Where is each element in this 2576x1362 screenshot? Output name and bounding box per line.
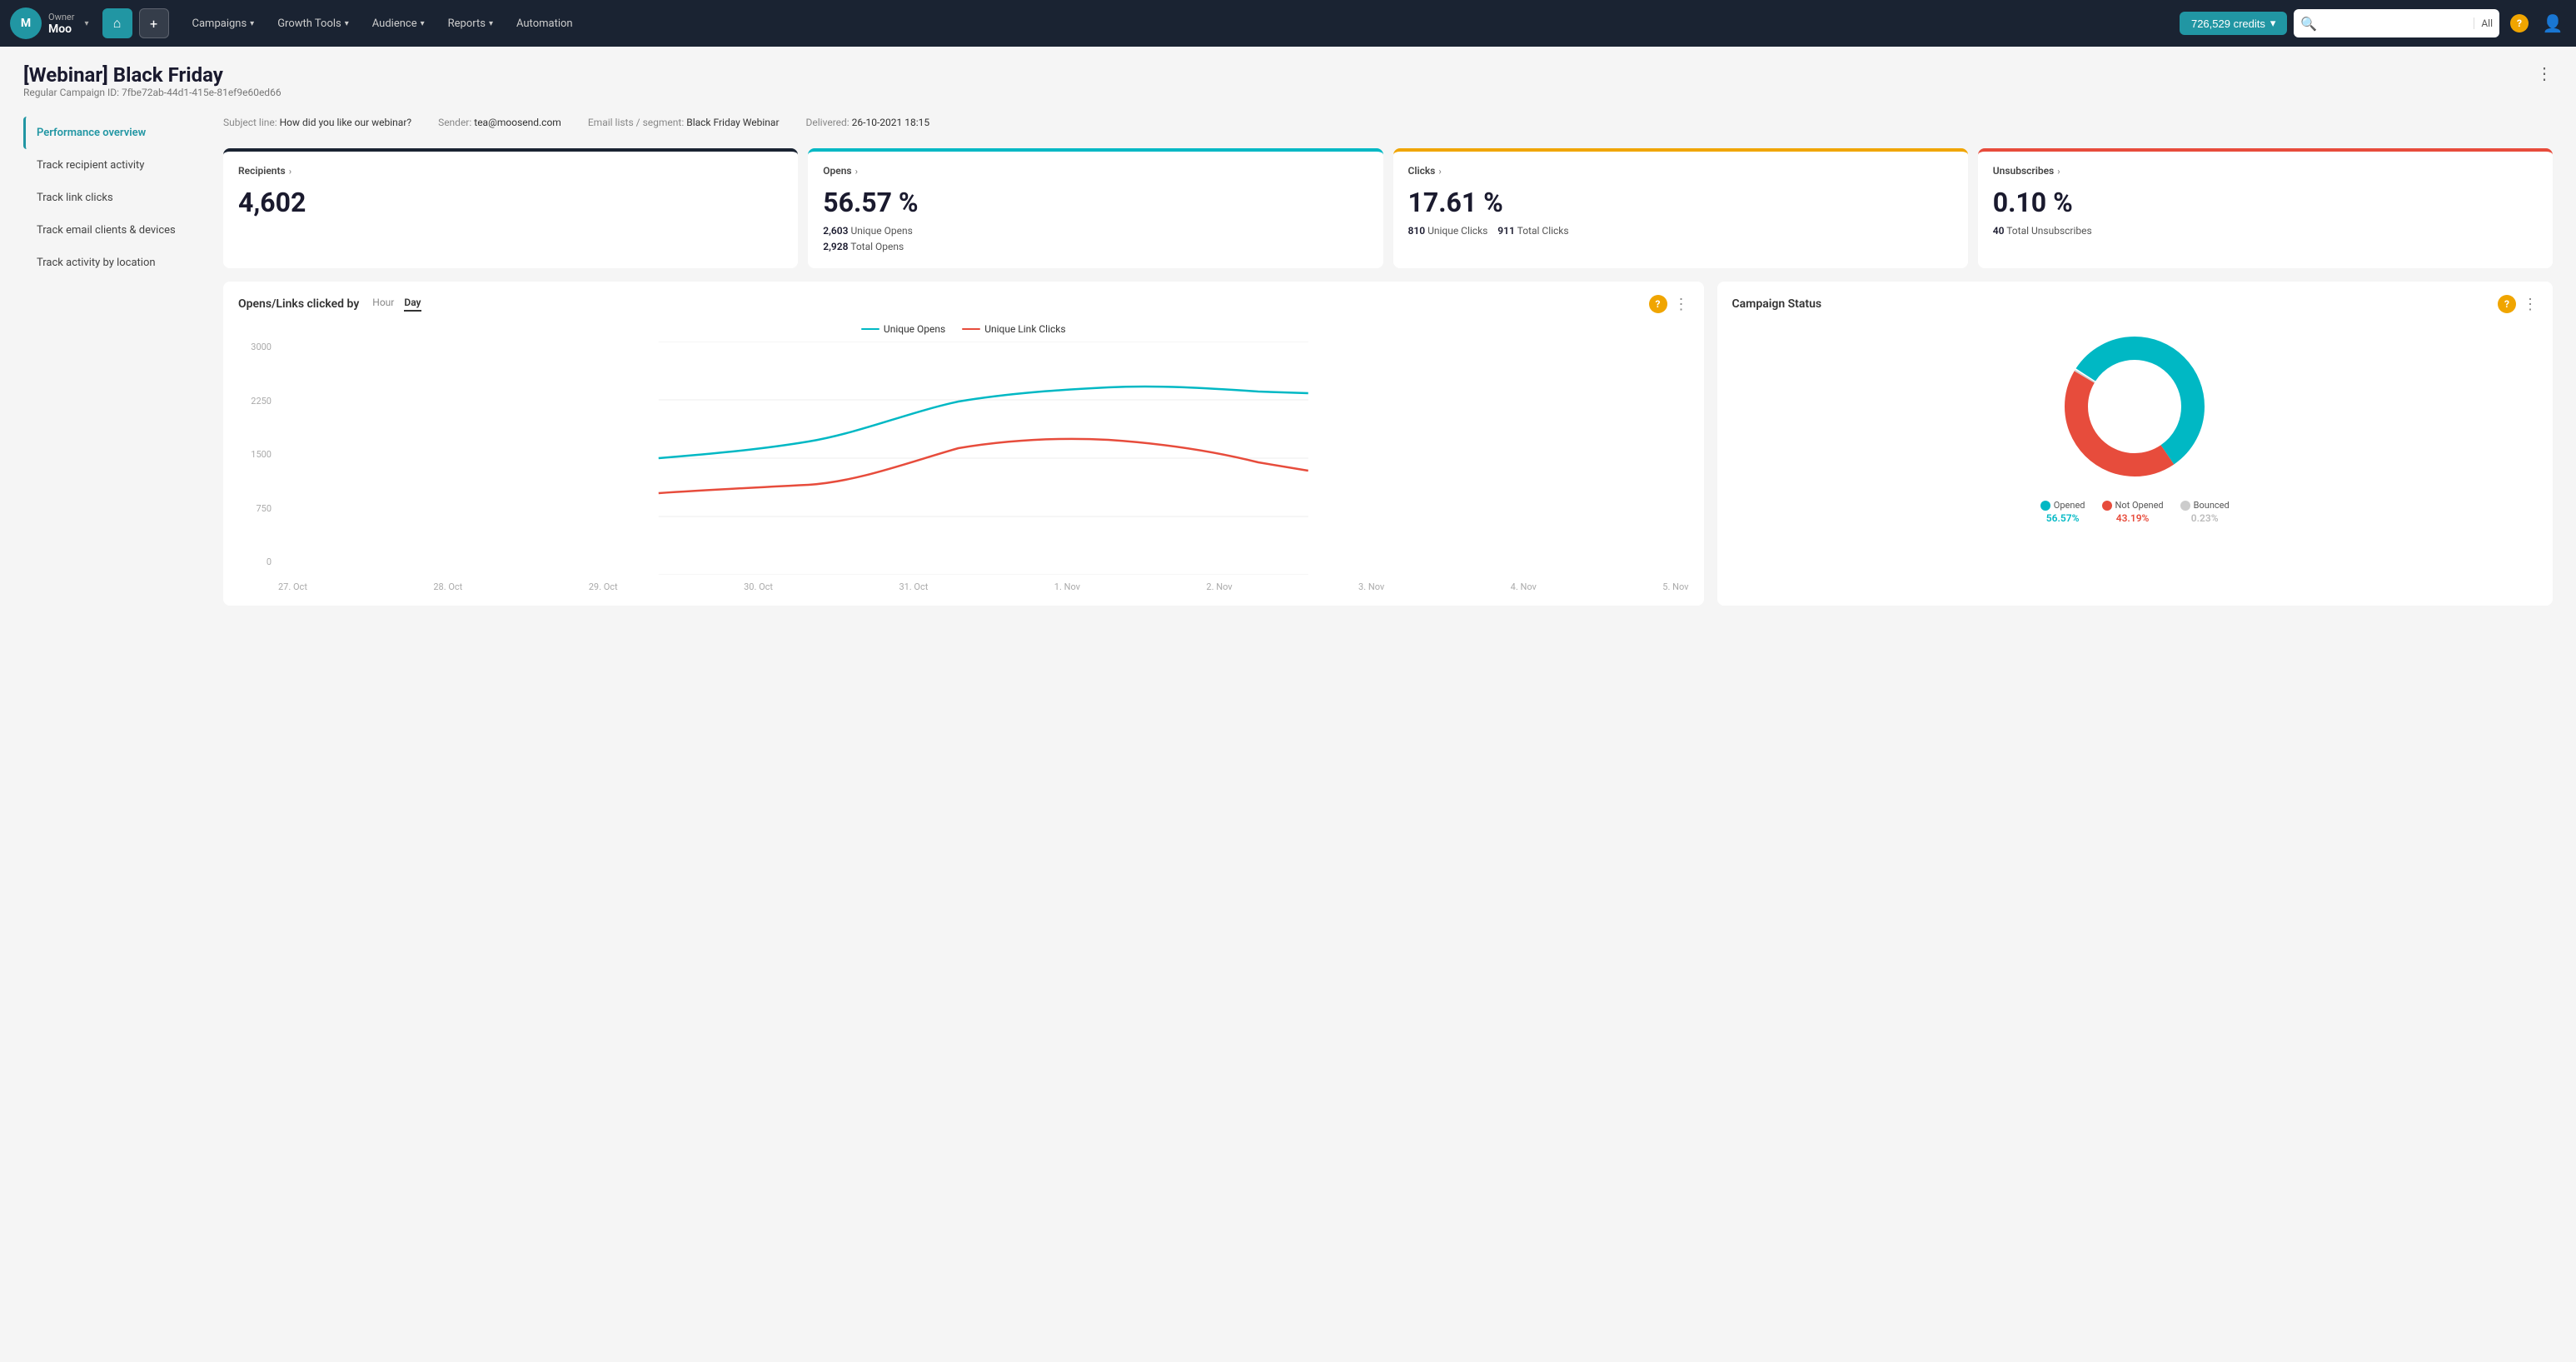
opened-dot [2040, 501, 2050, 511]
charts-row: Opens/Links clicked by Hour Day ? ⋮ [223, 282, 2553, 606]
stat-unsub-detail: 40 Total Unsubscribes [1993, 223, 2538, 239]
stat-clicks-detail: 810 Unique Clicks 911 Total Clicks [1408, 223, 1953, 239]
chart-tabs: Hour Day [372, 297, 421, 312]
search-bar: 🔍 All [2294, 9, 2499, 37]
donut-chart-help-icon[interactable]: ? [2498, 295, 2516, 313]
sidebar-item-location[interactable]: Track activity by location [23, 247, 207, 279]
line-chart-help-icon[interactable]: ? [1649, 295, 1667, 313]
nav-growth-tools[interactable]: Growth Tools ▾ [267, 12, 359, 35]
more-options-icon[interactable]: ⋮ [2536, 63, 2553, 83]
legend-unique-link-clicks: Unique Link Clicks [962, 323, 1065, 335]
brand-name: Moo [48, 22, 74, 36]
home-button[interactable]: ⌂ [102, 8, 132, 38]
y-axis: 3000 2250 1500 750 0 [238, 342, 272, 567]
chevron-down-icon: ▾ [2270, 17, 2276, 30]
tab-hour[interactable]: Hour [372, 297, 394, 312]
donut-chart-title: Campaign Status [1732, 297, 1822, 311]
chart-legend: Unique Opens Unique Link Clicks [238, 323, 1689, 335]
line-chart-title: Opens/Links clicked by [238, 297, 359, 311]
sidebar-item-performance[interactable]: Performance overview [23, 117, 207, 149]
bounced-dot [2180, 501, 2190, 511]
stat-card-recipients: Recipients › 4,602 [223, 148, 798, 268]
legend-unique-opens: Unique Opens [861, 323, 945, 335]
page-title: [Webinar] Black Friday [23, 63, 282, 87]
nav-campaigns[interactable]: Campaigns ▾ [182, 12, 265, 35]
meta-sender: Sender: tea@moosend.com [438, 117, 561, 128]
search-icon: 🔍 [2300, 16, 2317, 32]
search-filter-label[interactable]: All [2474, 17, 2493, 29]
donut-chart-card: Campaign Status ? ⋮ [1717, 282, 2554, 606]
logo: M [10, 7, 42, 39]
stat-unsub-value: 0.10 % [1993, 187, 2538, 218]
help-icon: ? [2510, 14, 2529, 32]
navbar: M Owner Moo ▾ ⌂ + Campaigns ▾ Growth Too… [0, 0, 2576, 47]
line-chart-card: Opens/Links clicked by Hour Day ? ⋮ [223, 282, 1704, 606]
main-layout: Performance overview Track recipient act… [23, 117, 2553, 606]
tab-day[interactable]: Day [404, 297, 421, 312]
chevron-right-icon: › [1438, 166, 1441, 177]
stat-card-opens: Opens › 56.57 % 2,603 Unique Opens 2,928… [808, 148, 1383, 268]
brand: M Owner Moo ▾ [10, 7, 89, 39]
chevron-down-icon: ▾ [345, 19, 349, 28]
owner-label: Owner [48, 12, 74, 22]
page-content: [Webinar] Black Friday Regular Campaign … [0, 47, 2576, 622]
stat-opens-value: 56.57 % [823, 187, 1368, 218]
legend-opened: Opened 56.57% [2040, 500, 2085, 524]
stat-card-clicks: Clicks › 17.61 % 810 Unique Clicks 911 T… [1393, 148, 1968, 268]
chevron-down-icon: ▾ [421, 19, 425, 28]
nav-menu: Campaigns ▾ Growth Tools ▾ Audience ▾ Re… [182, 12, 583, 35]
main-area: Subject line: How did you like our webin… [223, 117, 2553, 606]
chevron-down-icon: ▾ [250, 19, 254, 28]
user-icon: 👤 [2543, 13, 2564, 33]
legend-not-opened: Not Opened 43.19% [2102, 500, 2164, 524]
help-button[interactable]: ? [2506, 10, 2533, 37]
donut-legend: Opened 56.57% Not Opened 43.19% [2040, 500, 2230, 524]
line-chart-more-icon[interactable]: ⋮ [1674, 296, 1689, 313]
donut-container: Opened 56.57% Not Opened 43.19% [1732, 323, 2539, 524]
stat-recipients-value: 4,602 [238, 187, 783, 218]
red-legend-dot [962, 328, 980, 330]
chevron-right-icon: › [855, 166, 858, 177]
stat-clicks-label: Clicks [1408, 165, 1436, 177]
stat-opens-label: Opens [823, 165, 851, 177]
meta-subject: Subject line: How did you like our webin… [223, 117, 411, 128]
x-axis: 27. Oct 28. Oct 29. Oct 30. Oct 31. Oct … [238, 581, 1689, 592]
chevron-down-icon: ▾ [489, 19, 493, 28]
stat-card-unsubscribes: Unsubscribes › 0.10 % 40 Total Unsubscri… [1978, 148, 2553, 268]
chevron-right-icon: › [2057, 166, 2060, 177]
teal-legend-dot [861, 328, 879, 330]
search-input[interactable] [2322, 17, 2469, 30]
meta-bar: Subject line: How did you like our webin… [223, 117, 2553, 137]
stat-clicks-value: 17.61 % [1408, 187, 1953, 218]
legend-bounced: Bounced 0.23% [2180, 500, 2230, 524]
line-chart-svg [278, 342, 1689, 575]
donut-chart-svg [2051, 323, 2218, 490]
meta-delivered: Delivered: 26-10-2021 18:15 [806, 117, 930, 128]
add-button[interactable]: + [139, 8, 169, 38]
nav-audience[interactable]: Audience ▾ [362, 12, 435, 35]
donut-chart-more-icon[interactable]: ⋮ [2523, 296, 2538, 313]
page-header: [Webinar] Black Friday Regular Campaign … [23, 63, 2553, 112]
sidebar-item-link-clicks[interactable]: Track link clicks [23, 182, 207, 214]
credits-button[interactable]: 726,529 credits ▾ [2180, 12, 2287, 35]
nav-automation[interactable]: Automation [506, 12, 583, 35]
sidebar: Performance overview Track recipient act… [23, 117, 207, 606]
meta-list: Email lists / segment: Black Friday Webi… [588, 117, 780, 128]
user-button[interactable]: 👤 [2539, 10, 2566, 37]
not-opened-dot [2102, 501, 2112, 511]
nav-reports[interactable]: Reports ▾ [438, 12, 503, 35]
stat-opens-detail: 2,603 Unique Opens 2,928 Total Opens [823, 223, 1368, 255]
brand-chevron-icon[interactable]: ▾ [84, 19, 88, 28]
page-subtitle: Regular Campaign ID: 7fbe72ab-44d1-415e-… [23, 87, 282, 98]
sidebar-item-recipient-activity[interactable]: Track recipient activity [23, 149, 207, 182]
chart-plot [278, 342, 1689, 578]
stat-unsub-label: Unsubscribes [1993, 165, 2054, 177]
line-chart-area: 3000 2250 1500 750 0 [238, 342, 1689, 592]
chevron-right-icon: › [289, 166, 291, 177]
sidebar-item-email-clients[interactable]: Track email clients & devices [23, 214, 207, 247]
stat-cards: Recipients › 4,602 Opens › 56.57 % 2,603… [223, 148, 2553, 268]
stat-recipients-label: Recipients [238, 165, 286, 177]
